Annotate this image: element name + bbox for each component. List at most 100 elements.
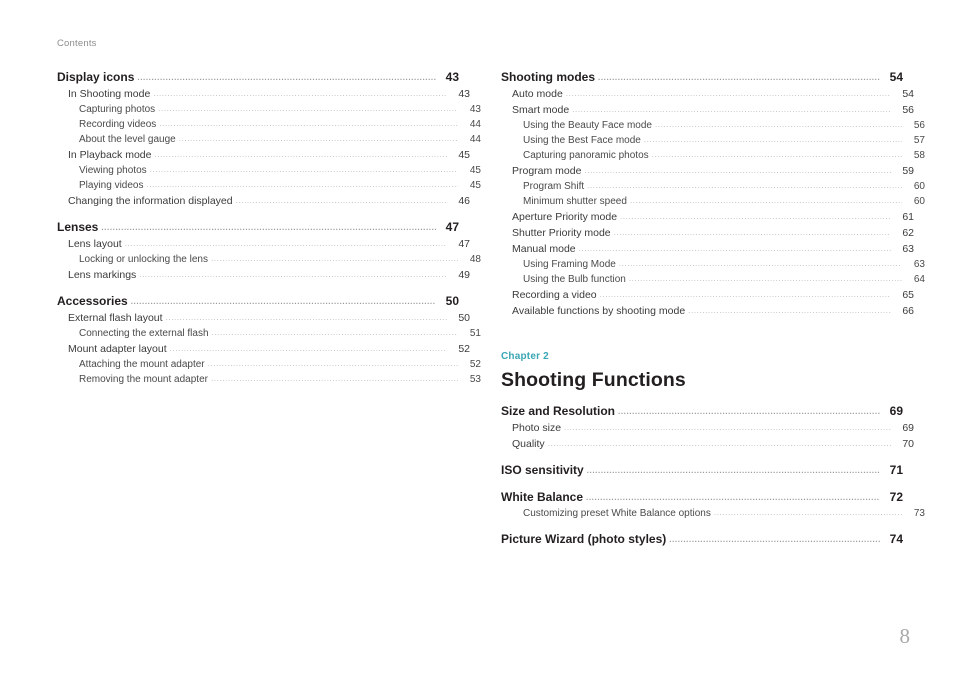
toc-entry-level-3[interactable]: Connecting the external flash...........… — [57, 328, 481, 339]
toc-entry-page-number: 61 — [902, 211, 914, 223]
toc-entry-level-1[interactable]: White Balance...........................… — [501, 490, 903, 504]
toc-leader-dots: ........................................… — [165, 313, 447, 322]
toc-column-right: Shooting modes..........................… — [501, 70, 925, 548]
toc-entry-page-number: 64 — [913, 274, 925, 285]
toc-entry-page-number: 47 — [458, 238, 470, 250]
toc-entry-level-3[interactable]: Locking or unlocking the lens...........… — [57, 254, 481, 265]
toc-entry-label: Mount adapter layout — [68, 343, 167, 355]
toc-entry-page-number: 53 — [469, 374, 481, 385]
toc-entry-level-3[interactable]: Using the Bulb function.................… — [501, 274, 925, 285]
toc-entry-level-2[interactable]: In Playback mode........................… — [57, 149, 470, 161]
toc-entry-page-number: 72 — [889, 490, 903, 504]
toc-entry-level-3[interactable]: Removing the mount adapter..............… — [57, 374, 481, 385]
toc-entry-level-3[interactable]: Attaching the mount adapter.............… — [57, 359, 481, 370]
toc-entry-page-number: 45 — [469, 165, 481, 176]
toc-entry-label: Capturing panoramic photos — [523, 150, 649, 161]
toc-entry-level-2[interactable]: Changing the information displayed......… — [57, 195, 470, 207]
toc-leader-dots: ........................................… — [101, 223, 436, 232]
toc-entry-level-1[interactable]: Picture Wizard (photo styles)...........… — [501, 532, 903, 546]
toc-entry-label: Using the Bulb function — [523, 274, 626, 285]
toc-entry-level-1[interactable]: Accessories.............................… — [57, 294, 459, 308]
toc-entry-level-2[interactable]: Shutter Priority mode...................… — [501, 227, 914, 239]
toc-entry-label: Viewing photos — [79, 165, 147, 176]
chapter-heading-block: Chapter 2 Shooting Functions — [501, 351, 903, 392]
toc-entry-level-2[interactable]: Recording a video.......................… — [501, 289, 914, 301]
toc-leader-dots: ........................................… — [620, 212, 891, 221]
toc-entry-level-2[interactable]: Program mode............................… — [501, 165, 914, 177]
toc-leader-dots: ........................................… — [654, 120, 902, 129]
toc-entry-level-1[interactable]: Lenses..................................… — [57, 220, 459, 234]
toc-leader-dots: ........................................… — [211, 328, 458, 337]
toc-entry-level-2[interactable]: Manual mode.............................… — [501, 243, 914, 255]
toc-entry-label: Using the Best Face mode — [523, 135, 641, 146]
toc-entry-label: Capturing photos — [79, 104, 156, 115]
toc-leader-dots: ........................................… — [178, 134, 458, 143]
toc-entry-page-number: 62 — [902, 227, 914, 239]
toc-entry-label: Shooting modes — [501, 70, 595, 84]
toc-entry-level-3[interactable]: Capturing panoramic photos..............… — [501, 150, 925, 161]
toc-entry-level-2[interactable]: Lens markings...........................… — [57, 269, 470, 281]
toc-entry-level-3[interactable]: Program Shift...........................… — [501, 181, 925, 192]
toc-entry-level-3[interactable]: About the level gauge...................… — [57, 134, 481, 145]
toc-leader-dots: ........................................… — [618, 259, 902, 268]
toc-entry-level-3[interactable]: Customizing preset White Balance options… — [501, 508, 925, 519]
toc-leader-dots: ........................................… — [564, 423, 891, 432]
toc-entry-level-3[interactable]: Minimum shutter speed...................… — [501, 196, 925, 207]
toc-entry-level-2[interactable]: Aperture Priority mode..................… — [501, 211, 914, 223]
toc-entry-level-3[interactable]: Viewing photos..........................… — [57, 165, 481, 176]
toc-leader-dots: ........................................… — [599, 290, 891, 299]
toc-leader-dots: ........................................… — [669, 535, 880, 544]
toc-entry-label: Customizing preset White Balance options — [523, 508, 711, 519]
toc-leader-dots: ........................................… — [547, 439, 891, 448]
toc-entry-page-number: 43 — [458, 88, 470, 100]
toc-entry-label: Smart mode — [512, 104, 570, 116]
toc-entry-level-3[interactable]: Using the Best Face mode................… — [501, 135, 925, 146]
toc-leader-dots: ........................................… — [124, 239, 447, 248]
toc-entry-level-1[interactable]: ISO sensitivity.........................… — [501, 463, 903, 477]
toc-leader-dots: ........................................… — [565, 89, 891, 98]
toc-leader-dots: ........................................… — [235, 196, 447, 205]
toc-entry-label: Playing videos — [79, 180, 144, 191]
toc-leader-dots: ........................................… — [629, 196, 902, 205]
toc-entry-page-number: 66 — [902, 305, 914, 317]
toc-entry-level-2[interactable]: Smart mode..............................… — [501, 104, 914, 116]
toc-entry-level-3[interactable]: Using Framing Mode......................… — [501, 259, 925, 270]
toc-entry-level-3[interactable]: Recording videos........................… — [57, 119, 481, 130]
toc-entry-level-2[interactable]: Photo size..............................… — [501, 422, 914, 434]
toc-entry-level-1[interactable]: Size and Resolution.....................… — [501, 404, 903, 418]
toc-leader-dots: ........................................… — [713, 508, 902, 517]
chapter-label: Chapter 2 — [501, 351, 549, 362]
toc-leader-dots: ........................................… — [158, 104, 458, 113]
toc-entry-level-2[interactable]: Lens layout.............................… — [57, 238, 470, 250]
toc-entry-label: Manual mode — [512, 243, 576, 255]
toc-leader-dots: ........................................… — [586, 466, 880, 475]
toc-entry-level-3[interactable]: Capturing photos........................… — [57, 104, 481, 115]
toc-entry-label: Recording a video — [512, 289, 597, 301]
toc-entry-page-number: 44 — [469, 134, 481, 145]
toc-entry-label: ISO sensitivity — [501, 463, 584, 477]
toc-entry-level-2[interactable]: Available functions by shooting mode....… — [501, 305, 914, 317]
toc-entry-page-number: 46 — [458, 195, 470, 207]
toc-entry-page-number: 45 — [458, 149, 470, 161]
toc-entry-level-2[interactable]: Mount adapter layout....................… — [57, 343, 470, 355]
toc-entry-level-2[interactable]: Quality.................................… — [501, 438, 914, 450]
toc-entry-label: Available functions by shooting mode — [512, 305, 686, 317]
toc-entry-level-2[interactable]: External flash layout...................… — [57, 312, 470, 324]
page-number: 8 — [899, 624, 911, 648]
toc-entry-label: Lens layout — [68, 238, 122, 250]
toc-entry-label: Recording videos — [79, 119, 157, 130]
toc-entry-level-2[interactable]: In Shooting mode........................… — [57, 88, 470, 100]
toc-leader-dots: ........................................… — [643, 135, 902, 144]
toc-leader-dots: ........................................… — [598, 73, 880, 82]
toc-entry-label: Program Shift — [523, 181, 585, 192]
toc-entry-level-3[interactable]: Playing videos..........................… — [57, 180, 481, 191]
toc-entry-label: Lens markings — [68, 269, 137, 281]
toc-leader-dots: ........................................… — [154, 150, 447, 159]
toc-entry-level-1[interactable]: Shooting modes..........................… — [501, 70, 903, 84]
toc-entry-level-2[interactable]: Auto mode...............................… — [501, 88, 914, 100]
toc-entry-page-number: 51 — [469, 328, 481, 339]
toc-entry-level-3[interactable]: Using the Beauty Face mode..............… — [501, 120, 925, 131]
running-header: Contents — [57, 38, 97, 49]
toc-entry-page-number: 47 — [445, 220, 459, 234]
toc-entry-level-1[interactable]: Display icons...........................… — [57, 70, 459, 84]
